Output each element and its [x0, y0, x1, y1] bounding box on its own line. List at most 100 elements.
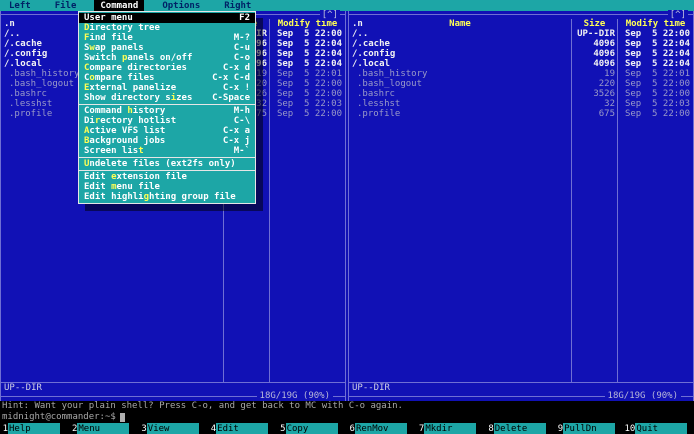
fkey-label: View [146, 423, 199, 434]
fkey-pulldn[interactable]: 9 PullDn [555, 423, 624, 434]
menu-group: Edit extension file Edit menu file Edit … [79, 170, 255, 203]
fkey-number: 8 [488, 424, 494, 434]
menu-item-swap-panels[interactable]: Swap panels C-u [79, 43, 255, 53]
menu-item-compare-directories[interactable]: Compare directories C-x d [79, 63, 255, 73]
mtime-column-header[interactable]: Modify time [617, 19, 693, 29]
command-line[interactable]: midnight@commander:~$ [0, 412, 694, 423]
menu-item-label: Command history [84, 106, 166, 116]
file-modify-time: Sep 5 22:04 [617, 49, 693, 59]
fkey-label: Delete [493, 423, 546, 434]
fkey-mkdir[interactable]: 7 Mkdir [416, 423, 485, 434]
file-size: 19 [571, 69, 617, 79]
fkey-quit[interactable]: 10 Quit [625, 423, 694, 434]
file-modify-time: Sep 5 22:04 [617, 59, 693, 69]
menu-item-label: Directory tree [84, 23, 160, 33]
menu-item-label: Edit highlighting group file [84, 192, 236, 202]
file-modify-time: Sep 5 22:00 [269, 89, 345, 99]
file-row[interactable]: .bashrc 3526 Sep 5 22:00 [349, 89, 693, 99]
fkey-number: 7 [418, 424, 425, 434]
menu-item-label: Compare directories [84, 63, 187, 73]
fkey-menu[interactable]: 2 Menu [69, 423, 138, 434]
menu-item-shortcut: M-` [233, 146, 250, 156]
menu-item-compare-files[interactable]: Compare files C-x C-d [79, 73, 255, 83]
file-size: 4096 [571, 49, 617, 59]
menu-item-screen-list[interactable]: Screen list M-` [79, 146, 255, 156]
menu-item-external-panelize[interactable]: External panelize C-x ! [79, 83, 255, 93]
fkey-renmov[interactable]: 6 RenMov [347, 423, 416, 434]
file-modify-time: Sep 5 22:00 [617, 29, 693, 39]
file-modify-time: Sep 5 22:00 [617, 109, 693, 119]
menu-item-find-file[interactable]: Find file M-? [79, 33, 255, 43]
menu-item-edit-extension-file[interactable]: Edit extension file [79, 172, 255, 182]
right-panel-bottom-border: 18G/19G (90%) [349, 391, 693, 401]
menu-item-label: External panelize [84, 83, 177, 93]
menu-item-active-vfs-list[interactable]: Active VFS list C-x a [79, 126, 255, 136]
file-modify-time: Sep 5 22:00 [269, 109, 345, 119]
menu-item-show-directory-sizes[interactable]: Show directory sizes C-Space [79, 93, 255, 103]
menu-item-background-jobs[interactable]: Background jobs C-x j [79, 136, 255, 146]
file-size: 4096 [571, 59, 617, 69]
menu-right[interactable]: Right [218, 0, 257, 12]
file-size: 3526 [571, 89, 617, 99]
hint-line: Hint: Want your plain shell? Press C-o, … [0, 401, 694, 412]
menu-item-label: Directory hotlist [84, 116, 177, 126]
menu-item-directory-tree[interactable]: Directory tree [79, 23, 255, 33]
fkey-copy[interactable]: 5 Copy [278, 423, 347, 434]
menu-item-label: Swap panels [84, 43, 144, 53]
sort-indicator: .n [352, 19, 363, 29]
menu-file[interactable]: File [49, 0, 83, 12]
menu-item-switch-panels[interactable]: Switch panels on/off C-o [79, 53, 255, 63]
menu-item-shortcut: C-u [233, 43, 250, 53]
menu-command[interactable]: Command [94, 0, 145, 12]
mtime-column-header[interactable]: Modify time [269, 19, 345, 29]
name-column-header[interactable]: .n Name [349, 19, 571, 29]
file-modify-time: Sep 5 22:00 [617, 89, 693, 99]
file-modify-time: Sep 5 22:03 [617, 99, 693, 109]
menu-item-shortcut: C-o [233, 53, 250, 63]
name-header-label: Name [449, 19, 471, 29]
fkey-number: 4 [210, 424, 217, 434]
menu-item-edit-menu-file[interactable]: Edit menu file [79, 182, 255, 192]
file-modify-time: Sep 5 22:04 [269, 49, 345, 59]
size-column-header[interactable]: Size [571, 19, 617, 29]
sort-indicator: .n [4, 19, 15, 29]
file-row[interactable]: /.config 4096 Sep 5 22:04 [349, 49, 693, 59]
menu-item-shortcut: C-x j [222, 136, 250, 146]
menu-item-directory-hotlist[interactable]: Directory hotlist C-\ [79, 116, 255, 126]
text-cursor [119, 413, 125, 422]
updir-button[interactable]: [^] [319, 10, 340, 20]
menu-group: User menu F2 Directory tree Find file M-… [79, 12, 255, 104]
file-modify-time: Sep 5 22:03 [269, 99, 345, 109]
fkey-label: Mkdir [424, 423, 477, 434]
fkey-edit[interactable]: 4 Edit [208, 423, 277, 434]
file-row[interactable]: /.. UP--DIR Sep 5 22:00 [349, 29, 693, 39]
menu-group: Undelete files (ext2fs only) [79, 157, 255, 170]
file-row[interactable]: .bash_logout 220 Sep 5 22:00 [349, 79, 693, 89]
file-row[interactable]: .bash_history 19 Sep 5 22:01 [349, 69, 693, 79]
file-row[interactable]: .profile 675 Sep 5 22:00 [349, 109, 693, 119]
file-size: 675 [571, 109, 617, 119]
menu-item-label: User menu [84, 13, 133, 23]
command-menu-dropdown: User menu F2 Directory tree Find file M-… [78, 11, 256, 204]
updir-button[interactable]: [^] [667, 10, 688, 20]
file-modify-time: Sep 5 22:00 [617, 79, 693, 89]
fkey-label: Edit [216, 423, 269, 434]
file-row[interactable]: .lesshst 32 Sep 5 22:03 [349, 99, 693, 109]
menu-item-command-history[interactable]: Command history M-h [79, 106, 255, 116]
menu-options[interactable]: Options [156, 0, 206, 12]
menu-bar: Left File Command Options Right [0, 0, 694, 12]
fkey-delete[interactable]: 8 Delete [486, 423, 555, 434]
menu-item-undelete-files[interactable]: Undelete files (ext2fs only) [79, 159, 255, 169]
menu-item-label: Background jobs [84, 136, 166, 146]
function-key-bar: 1 Help 2 Menu 3 View 4 Edit 5 Copy 6 Ren… [0, 423, 694, 434]
file-name: .bash_logout [357, 79, 423, 89]
menu-item-shortcut: C-x ! [222, 83, 250, 93]
fkey-help[interactable]: 1 Help [0, 423, 69, 434]
file-row[interactable]: /.cache 4096 Sep 5 22:04 [349, 39, 693, 49]
fkey-view[interactable]: 3 View [139, 423, 208, 434]
menu-left[interactable]: Left [3, 0, 37, 12]
menu-item-shortcut: C-Space [212, 93, 250, 103]
menu-item-user-menu[interactable]: User menu F2 [79, 13, 255, 23]
menu-item-edit-highlighting-group-file[interactable]: Edit highlighting group file [79, 192, 255, 202]
file-row[interactable]: /.local 4096 Sep 5 22:04 [349, 59, 693, 69]
